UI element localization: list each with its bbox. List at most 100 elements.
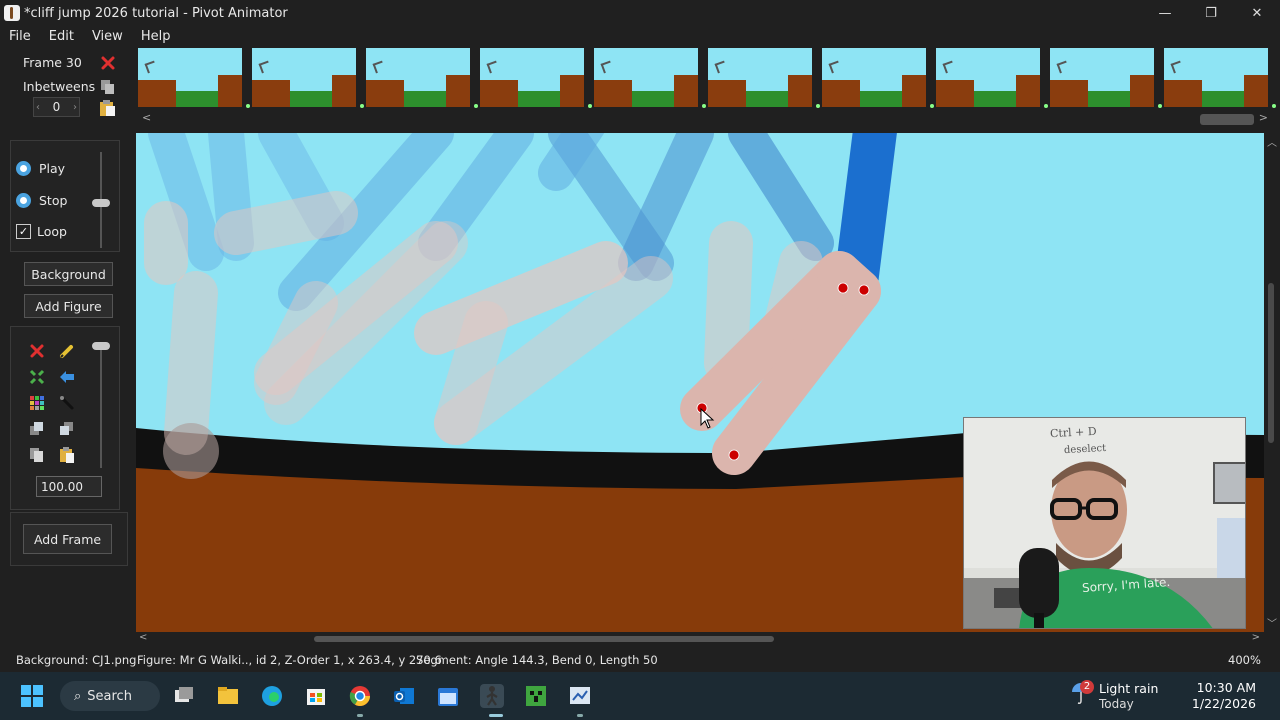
- timeline-scrollbar[interactable]: < >: [136, 110, 1280, 126]
- keyframe-dot: [816, 104, 820, 108]
- weather-alert-badge: 2: [1080, 680, 1094, 694]
- edit-pencil-icon[interactable]: [59, 343, 75, 359]
- frame-thumbnail[interactable]: [936, 48, 1040, 107]
- center-figure-icon[interactable]: [29, 369, 45, 385]
- hscroll-right-icon[interactable]: >: [1252, 632, 1260, 643]
- copy-frame-icon[interactable]: [101, 80, 114, 94]
- frame-thumbnail[interactable]: [822, 48, 926, 107]
- canvas-vertical-scrollbar[interactable]: ︿ ﹀: [1264, 133, 1280, 632]
- joint-handle[interactable]: [837, 282, 849, 294]
- loop-check-icon[interactable]: ✓: [16, 224, 31, 239]
- inbetweens-stepper[interactable]: ‹ 0 ›: [33, 97, 80, 117]
- close-button[interactable]: ✕: [1234, 0, 1280, 26]
- hscroll-left-icon[interactable]: <: [139, 632, 147, 643]
- windows-start-icon[interactable]: [20, 684, 44, 708]
- outlook-icon[interactable]: [392, 684, 416, 708]
- taskbar-search[interactable]: ⌕ Search: [60, 681, 160, 711]
- pivot-app-icon: [4, 5, 20, 21]
- canvas-horizontal-scrollbar[interactable]: < >: [136, 632, 1264, 646]
- play-label: Play: [39, 161, 66, 176]
- vertical-scroll-thumb[interactable]: [1268, 283, 1274, 443]
- chrome-running-indicator: [357, 714, 363, 717]
- frame-thumbnail[interactable]: [708, 48, 812, 107]
- stepper-left-icon[interactable]: ‹: [36, 102, 40, 113]
- frame-thumbnail[interactable]: [594, 48, 698, 107]
- status-background: Background: CJ1.png: [16, 653, 137, 667]
- title-bar: *cliff jump 2026 tutorial - Pivot Animat…: [0, 0, 1280, 26]
- paste-frame-icon[interactable]: [99, 100, 116, 116]
- scroll-left-icon[interactable]: <: [142, 111, 151, 124]
- status-zoom: 400%: [1228, 653, 1261, 667]
- keyframe-dot: [1158, 104, 1162, 108]
- menu-view[interactable]: View: [83, 29, 132, 44]
- loop-checkbox[interactable]: ✓ Loop: [16, 224, 67, 239]
- copy-figure-icon[interactable]: [29, 447, 45, 463]
- add-frame-button[interactable]: Add Frame: [23, 524, 112, 554]
- joint-handle[interactable]: [728, 449, 740, 461]
- join-figure-icon[interactable]: [59, 395, 75, 411]
- task-view-icon[interactable]: [172, 684, 196, 708]
- keyframe-dot: [246, 104, 250, 108]
- search-icon: ⌕: [74, 688, 82, 704]
- flip-figure-icon[interactable]: [59, 369, 75, 385]
- play-radio-icon[interactable]: [16, 161, 31, 176]
- figure-leg-upper[interactable]: [834, 133, 897, 305]
- windows-taskbar: ⌕ Search 2 Light rain Today 10:30 AM 1/2…: [0, 672, 1280, 720]
- keyframe-dot: [588, 104, 592, 108]
- color-figure-icon[interactable]: [29, 395, 45, 411]
- pivot-animator-taskbar-icon[interactable]: [480, 684, 504, 708]
- scale-input[interactable]: 100.00: [36, 476, 102, 497]
- horizontal-scroll-thumb[interactable]: [314, 636, 774, 642]
- recorder-running-indicator: [577, 714, 583, 717]
- keyframe-dot: [474, 104, 478, 108]
- menu-edit[interactable]: Edit: [40, 29, 83, 44]
- webcam-overlay: Ctrl + D deselect Sorry, I'm late.: [963, 417, 1246, 629]
- status-figure: Figure: Mr G Walki.., id 2, Z-Order 1, x…: [137, 653, 442, 667]
- menu-file[interactable]: File: [0, 29, 40, 44]
- edge-browser-icon[interactable]: [260, 684, 284, 708]
- paste-figure-icon[interactable]: [59, 447, 75, 463]
- file-explorer-icon[interactable]: [216, 684, 240, 708]
- joint-handle[interactable]: [858, 284, 870, 296]
- stepper-right-icon[interactable]: ›: [73, 102, 77, 113]
- menu-help[interactable]: Help: [132, 29, 180, 44]
- scroll-up-icon[interactable]: ︿: [1267, 134, 1277, 149]
- search-label: Search: [87, 688, 132, 704]
- background-button[interactable]: Background: [24, 262, 113, 286]
- minimize-button[interactable]: —: [1142, 0, 1188, 26]
- loop-label: Loop: [37, 224, 67, 239]
- screen-recorder-icon[interactable]: [568, 684, 592, 708]
- calendar-icon[interactable]: [436, 684, 460, 708]
- timeline-scroll-thumb[interactable]: [1200, 114, 1254, 125]
- scale-slider-knob[interactable]: [92, 342, 110, 350]
- chrome-icon[interactable]: [348, 684, 372, 708]
- system-clock[interactable]: 10:30 AM 1/22/2026: [1192, 680, 1256, 712]
- restore-button[interactable]: ❐: [1188, 0, 1234, 26]
- scroll-down-icon[interactable]: ﹀: [1267, 615, 1277, 630]
- frame-thumbnail[interactable]: [366, 48, 470, 107]
- play-radio[interactable]: Play: [16, 161, 65, 176]
- window-title: *cliff jump 2026 tutorial - Pivot Animat…: [24, 5, 288, 21]
- scale-slider-track[interactable]: [100, 342, 102, 468]
- weather-widget[interactable]: 2 Light rain Today: [1070, 680, 1158, 711]
- frame-thumbnail[interactable]: [1050, 48, 1154, 107]
- speed-slider-knob[interactable]: [92, 199, 110, 207]
- frame-thumbnail[interactable]: [252, 48, 356, 107]
- send-backward-icon[interactable]: [59, 421, 75, 437]
- stop-radio[interactable]: Stop: [16, 193, 67, 208]
- minecraft-icon[interactable]: [524, 684, 548, 708]
- bring-forward-icon[interactable]: [29, 421, 45, 437]
- frame-thumbnail[interactable]: [138, 48, 242, 107]
- scroll-right-icon[interactable]: >: [1259, 111, 1268, 124]
- add-figure-button[interactable]: Add Figure: [24, 294, 113, 318]
- delete-frame-icon[interactable]: [100, 55, 116, 71]
- frame-thumbnail[interactable]: [480, 48, 584, 107]
- frame-panel: Frame 30 Inbetweens ‹ 0 ›: [10, 50, 128, 124]
- frame-thumbnail[interactable]: [1164, 48, 1268, 107]
- stop-radio-icon[interactable]: [16, 193, 31, 208]
- whiteboard-text: Ctrl + D: [1049, 424, 1097, 441]
- delete-figure-icon[interactable]: [29, 343, 45, 359]
- weather-condition: Light rain: [1099, 681, 1159, 696]
- ms-store-icon[interactable]: [304, 684, 328, 708]
- frame-number-label: Frame 30: [23, 55, 82, 70]
